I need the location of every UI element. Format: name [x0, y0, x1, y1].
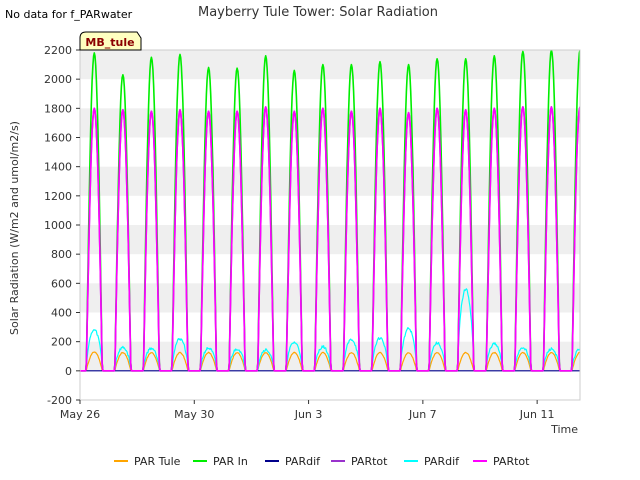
no-data-note: No data for f_PARwater: [5, 8, 133, 21]
legend: PAR Tule PAR In PARdif PARtot PARdif PARtot: [114, 455, 530, 468]
legend-item: PAR Tule: [114, 455, 181, 468]
y-tick-label: 0: [65, 365, 72, 378]
legend-item: PARtot: [331, 455, 388, 468]
legend-label: PARdif: [424, 455, 460, 468]
y-tick-label: 1800: [44, 102, 72, 115]
legend-label: PAR Tule: [134, 455, 181, 468]
y-tick-label: 2000: [44, 73, 72, 86]
legend-label: PARdif: [285, 455, 321, 468]
y-tick-label: 600: [51, 277, 72, 290]
x-tick-label: Jun 11: [519, 408, 555, 421]
y-tick-label: 2200: [44, 44, 72, 57]
y-tick-label: 1400: [44, 161, 72, 174]
y-tick-label: 200: [51, 336, 72, 349]
legend-label: PARtot: [493, 455, 530, 468]
legend-item: PARtot: [473, 455, 530, 468]
chart-title: Mayberry Tule Tower: Solar Radiation: [198, 5, 438, 20]
x-axis: May 26 May 30 Jun 3 Jun 7 Jun 11: [60, 400, 555, 421]
legend-item: PAR In: [193, 455, 248, 468]
legend-item: PARdif: [265, 455, 321, 468]
x-axis-label: Time: [550, 423, 578, 436]
station-tag-label: MB_tule: [85, 36, 134, 49]
y-tick-label: 800: [51, 248, 72, 261]
legend-item: PARdif: [404, 455, 460, 468]
y-tick-label: -200: [47, 394, 72, 407]
x-tick-label: May 26: [60, 408, 100, 421]
x-tick-label: May 30: [174, 408, 214, 421]
grid-band: [80, 225, 580, 255]
y-tick-label: 1000: [44, 219, 72, 232]
y-axis-label: Solar Radiation (W/m2 and umol/m2/s): [8, 121, 21, 335]
y-tick-label: 1200: [44, 190, 72, 203]
y-tick-label: 1600: [44, 132, 72, 145]
solar-radiation-chart: No data for f_PARwater Mayberry Tule Tow…: [5, 5, 581, 468]
x-tick-label: Jun 7: [408, 408, 437, 421]
y-tick-label: 400: [51, 307, 72, 320]
x-tick-label: Jun 3: [294, 408, 323, 421]
station-tag: MB_tule: [79, 31, 142, 51]
legend-label: PAR In: [213, 455, 248, 468]
legend-label: PARtot: [351, 455, 388, 468]
y-axis: -200 0 200 400 600 800 1000 1200 1400 1600 1800 200…: [44, 44, 80, 407]
grid-band: [80, 50, 580, 80]
